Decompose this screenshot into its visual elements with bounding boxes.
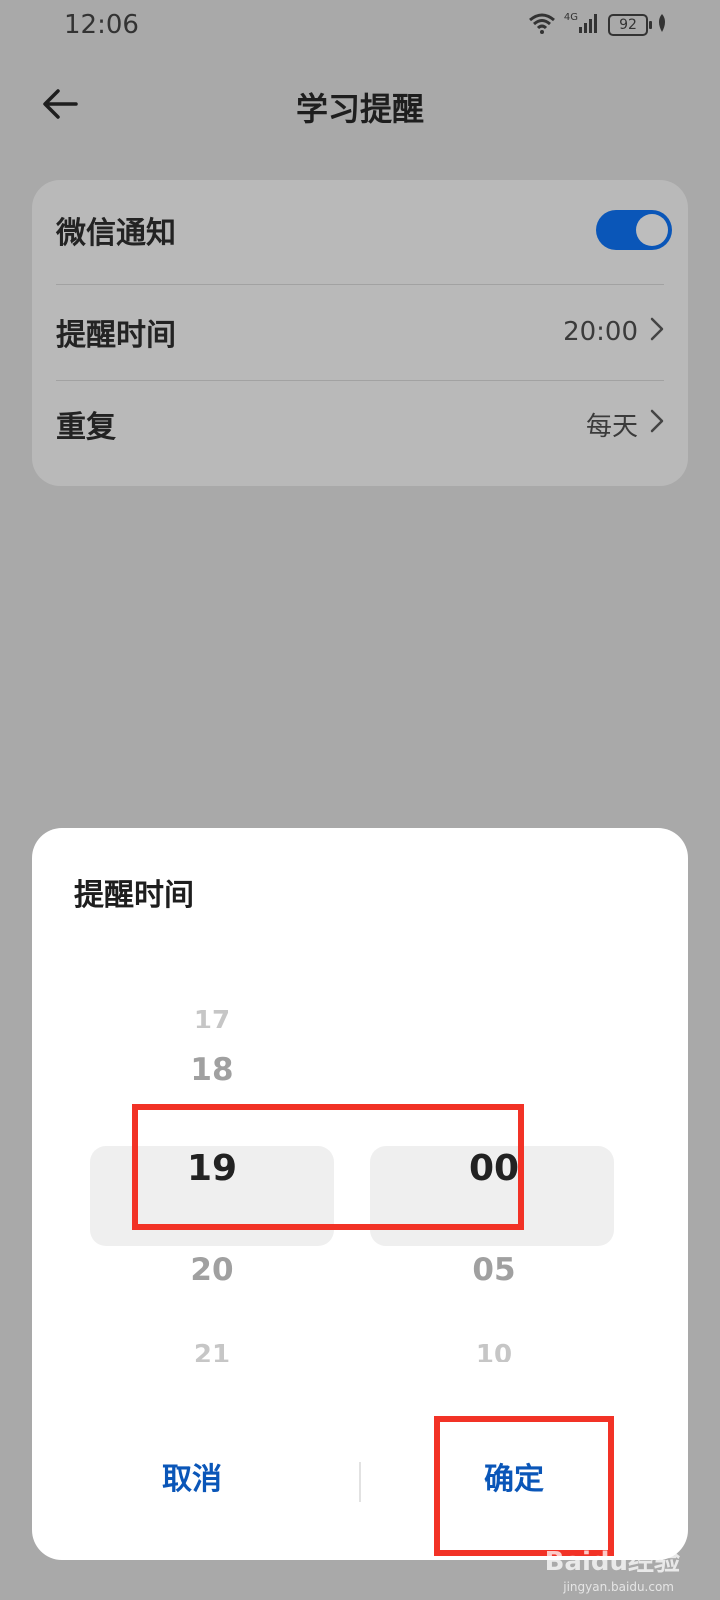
minute-option[interactable]: 05 bbox=[444, 1252, 544, 1288]
cancel-button[interactable]: 取消 bbox=[92, 1450, 292, 1510]
toggle-knob bbox=[636, 214, 668, 246]
wechat-notify-toggle[interactable] bbox=[596, 210, 672, 250]
chevron-right-icon bbox=[650, 409, 664, 440]
network-label: 4G bbox=[563, 11, 578, 23]
signal-icon bbox=[578, 12, 600, 38]
watermark: Baidu经验 bbox=[544, 1547, 680, 1577]
page-title: 学习提醒 bbox=[295, 90, 424, 128]
time-highlight-box bbox=[132, 1104, 524, 1230]
minute-option[interactable]: 10 bbox=[444, 1340, 544, 1362]
status-time: 12:06 bbox=[64, 10, 139, 40]
remind-time-row[interactable]: 提醒时间 20:00 bbox=[56, 284, 664, 380]
wechat-notify-row[interactable]: 微信通知 bbox=[56, 182, 672, 278]
chevron-right-icon bbox=[650, 317, 664, 348]
remind-time-value: 20:00 bbox=[563, 317, 638, 347]
wechat-notify-label: 微信通知 bbox=[56, 216, 176, 251]
remind-time-label: 提醒时间 bbox=[56, 318, 176, 353]
button-divider bbox=[359, 1462, 361, 1502]
repeat-row[interactable]: 重复 每天 bbox=[56, 376, 664, 472]
remind-time-value-group: 20:00 bbox=[563, 317, 664, 348]
hour-option[interactable]: 20 bbox=[162, 1252, 262, 1288]
wifi-icon bbox=[528, 12, 556, 38]
status-icons: 4G 92 bbox=[528, 12, 668, 38]
leaf-icon bbox=[656, 13, 668, 37]
dialog-title: 提醒时间 bbox=[74, 878, 194, 913]
time-picker-dialog: 提醒时间 17 18 19 20 21 00 05 10 取消 确定 bbox=[32, 828, 688, 1560]
repeat-value-group: 每天 bbox=[586, 406, 664, 443]
settings-card: 微信通知 提醒时间 20:00 重复 每天 bbox=[32, 180, 688, 486]
watermark-url: jingyan.baidu.com bbox=[563, 1580, 674, 1594]
repeat-label: 重复 bbox=[56, 410, 116, 445]
hour-option[interactable]: 17 bbox=[162, 1006, 262, 1028]
hour-option[interactable]: 21 bbox=[162, 1340, 262, 1362]
status-bar: 12:06 4G 92 bbox=[0, 0, 720, 56]
battery-icon: 92 bbox=[608, 14, 652, 36]
hour-option[interactable]: 18 bbox=[162, 1052, 262, 1088]
repeat-value: 每天 bbox=[585, 411, 638, 442]
confirm-button[interactable]: 确定 bbox=[414, 1450, 614, 1510]
